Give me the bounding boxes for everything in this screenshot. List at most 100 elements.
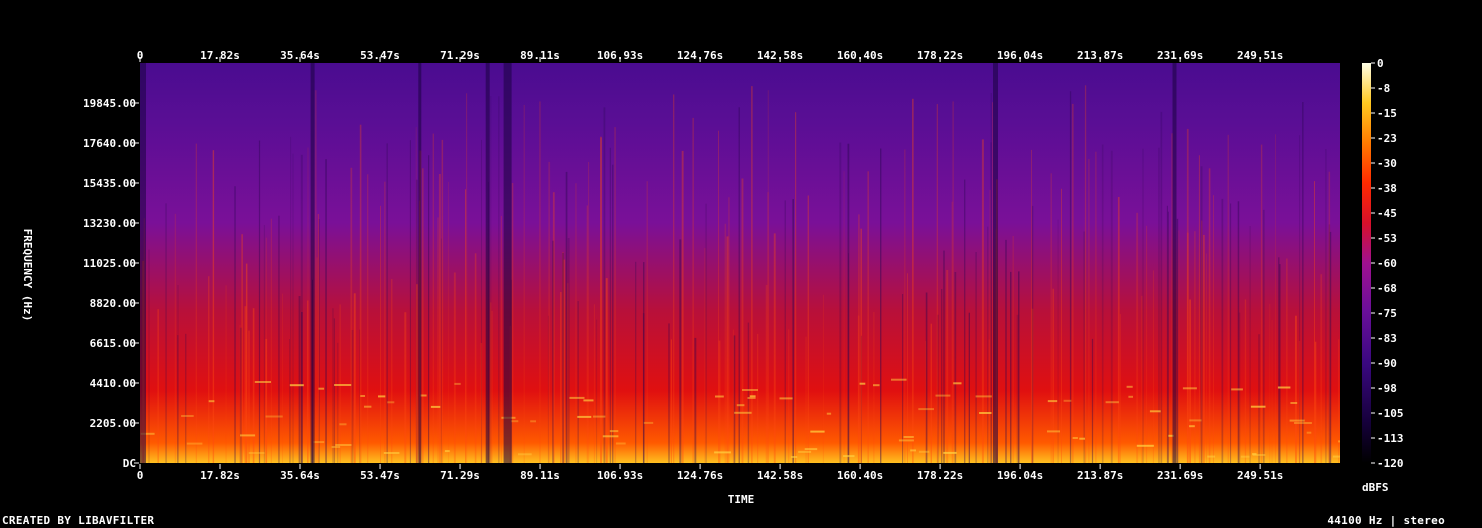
texture-harmonic <box>387 401 395 404</box>
texture-gap <box>1172 63 1177 463</box>
texture-streak <box>474 253 477 463</box>
texture-harmonic <box>953 382 962 385</box>
texture-streak <box>1083 231 1086 463</box>
texture-streak <box>500 215 502 463</box>
texture-harmonic <box>943 451 957 454</box>
texture-streak <box>1050 173 1052 463</box>
texture-streak <box>316 257 318 463</box>
texture-streak <box>1221 198 1224 463</box>
texture-streak <box>593 304 595 463</box>
x-tick-label-top: 35.64s <box>280 49 320 62</box>
texture-streak <box>858 214 860 463</box>
texture-streak <box>380 205 381 463</box>
texture-harmonic <box>583 399 594 402</box>
texture-harmonic <box>335 444 352 446</box>
texture-streak <box>298 296 301 463</box>
texture-harmonic <box>454 382 461 385</box>
texture-streak <box>148 249 150 463</box>
texture-harmonic <box>360 395 365 397</box>
texture-streak <box>1088 159 1090 463</box>
texture-streak <box>1136 212 1139 463</box>
texture-streak <box>339 304 341 463</box>
texture-streak <box>670 339 672 463</box>
texture-harmonic <box>1290 402 1298 404</box>
texture-harmonic <box>530 420 536 423</box>
texture-streak <box>465 189 466 463</box>
texture-streak <box>289 339 290 463</box>
x-tick-label-top: 196.04s <box>997 49 1043 62</box>
texture-harmonic <box>891 378 907 381</box>
texture-streak <box>930 323 932 463</box>
texture-streak <box>795 112 797 463</box>
texture-streak <box>301 312 303 463</box>
texture-harmonic <box>898 439 914 442</box>
footer-credit: CREATED BY LIBAVFILTER <box>2 514 155 527</box>
texture-streak <box>1295 315 1297 463</box>
texture-streak <box>1057 219 1059 463</box>
texture-streak <box>1338 339 1340 463</box>
texture-streak <box>964 179 966 463</box>
texture-streak <box>784 200 786 463</box>
texture-harmonic <box>383 452 400 454</box>
texture-streak <box>728 197 730 463</box>
texture-harmonic <box>804 448 818 451</box>
texture-streak <box>239 327 242 463</box>
texture-streak <box>437 217 439 463</box>
texture-streak <box>422 168 424 463</box>
texture-streak <box>822 294 824 463</box>
texture-streak <box>1010 271 1012 463</box>
y-tick-label: 8820.00 <box>90 297 136 310</box>
texture-streak <box>282 293 283 463</box>
texture-streak <box>847 143 850 463</box>
texture-streak <box>1260 144 1263 463</box>
texture-streak <box>1110 150 1113 463</box>
texture-streak <box>1244 299 1247 463</box>
texture-streak <box>1101 144 1104 463</box>
colorbar-tick-label: -98 <box>1377 382 1397 395</box>
texture-streak <box>575 183 577 463</box>
x-tick-label-top: 53.47s <box>360 49 400 62</box>
texture-harmonic <box>569 396 585 399</box>
texture-streak <box>1203 234 1205 463</box>
texture-streak <box>1298 341 1301 463</box>
y-tick-label: 6615.00 <box>90 337 136 350</box>
texture-streak <box>912 98 914 463</box>
texture-streak <box>873 312 875 463</box>
texture-streak <box>1275 134 1276 463</box>
texture-streak <box>981 139 984 463</box>
x-axis-label: TIME <box>728 493 755 506</box>
texture-streak <box>1278 257 1280 463</box>
x-tick-label-bottom: 196.04s <box>997 469 1043 482</box>
colorbar-tick-label: 0 <box>1377 57 1384 70</box>
texture-streak <box>185 333 187 463</box>
texture-streak <box>1320 274 1323 463</box>
colorbar-tick-label: -38 <box>1377 182 1397 195</box>
texture-harmonic <box>736 404 745 407</box>
colorbar-gradient <box>1362 63 1371 463</box>
texture-streak <box>904 149 906 463</box>
texture-harmonic <box>843 455 855 458</box>
texture-streak <box>498 96 500 463</box>
texture-streak <box>490 96 492 463</box>
texture-streak <box>609 147 611 463</box>
texture-streak <box>1325 149 1327 463</box>
texture-harmonic <box>518 453 532 456</box>
texture-streak <box>1258 334 1261 463</box>
colorbar: 0 -8 -15 -23 -30 -38 -45 -53 -60 -68 -75 -83 -90 -98 -… <box>1362 57 1404 470</box>
texture-streak <box>635 261 637 463</box>
texture-harmonic <box>1136 444 1154 447</box>
texture-gap <box>310 63 315 463</box>
texture-harmonic <box>1079 437 1085 440</box>
texture-streak <box>751 86 753 463</box>
texture-streak <box>212 150 215 463</box>
texture-gap <box>993 63 998 463</box>
spectrogram-background <box>140 63 1340 463</box>
texture-streak <box>1160 111 1163 463</box>
texture-streak <box>1052 288 1054 463</box>
colorbar-tick-label: -45 <box>1377 207 1397 220</box>
x-tick-label-top: 124.76s <box>677 49 723 62</box>
texture-harmonic <box>714 451 731 454</box>
y-tick-label: 19845.00 <box>83 97 136 110</box>
texture-streak <box>1152 270 1154 463</box>
footer-sample-rate: 44100 Hz | stereo <box>1327 514 1445 527</box>
